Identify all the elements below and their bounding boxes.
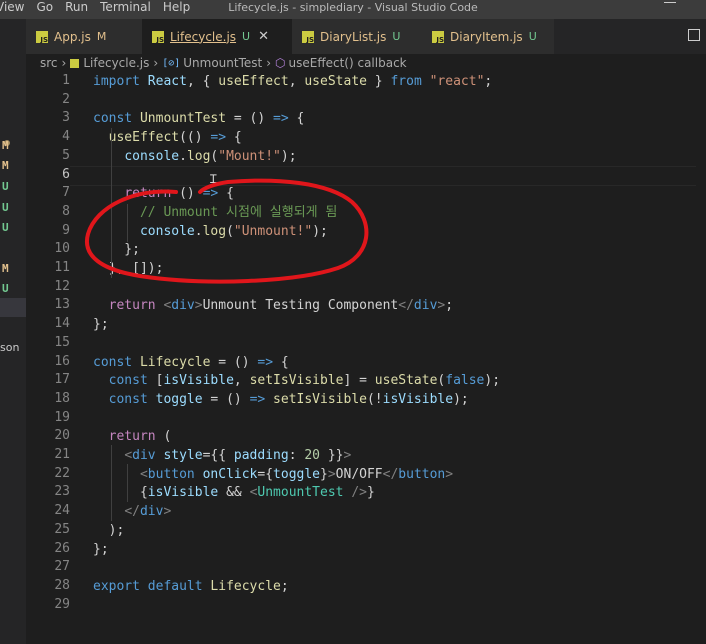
chevron-right-icon: › <box>153 56 159 70</box>
line-number: 15 <box>54 334 70 350</box>
chevron-right-icon: › <box>266 56 272 70</box>
breadcrumb: src › Lifecycle.js › [⊘] UnmountTest › ⬡… <box>26 54 706 72</box>
line-number: 27 <box>54 559 70 575</box>
line-number: 21 <box>54 447 70 462</box>
tab-diarylist-js[interactable]: DiaryList.js U <box>292 19 422 54</box>
code-line[interactable]: <div style={{ padding: 20 }}> <box>93 447 351 465</box>
indent-guide <box>127 464 128 502</box>
code-line[interactable]: {isVisible && <UnmountTest />} <box>93 484 375 502</box>
code-line[interactable]: useEffect(() => { <box>93 129 242 147</box>
chevron-right-icon: › <box>61 56 67 70</box>
line-number: 20 <box>54 428 70 444</box>
git-status-badge: U <box>528 30 537 43</box>
line-number: 3 <box>62 110 70 126</box>
code-line[interactable]: export default Lifecycle; <box>93 578 289 596</box>
code-line[interactable]: const toggle = () => setIsVisible(!isVis… <box>93 391 469 409</box>
line-number: 25 <box>54 521 70 537</box>
split-editor-icon[interactable] <box>688 29 700 41</box>
truncated-filename[interactable]: son <box>0 341 19 354</box>
line-number: 11 <box>54 260 70 275</box>
breadcrumb-symbol[interactable]: UnmountTest <box>183 56 262 70</box>
close-icon[interactable]: ✕ <box>258 29 269 44</box>
javascript-file-icon <box>302 30 314 44</box>
line-number: 5 <box>62 147 70 163</box>
title-bar: View Go Run Terminal Help Lifecycle.js -… <box>0 0 706 19</box>
git-status-badge: U <box>242 30 251 43</box>
line-number: 12 <box>54 278 70 294</box>
line-number: 18 <box>54 390 70 406</box>
line-number: 29 <box>54 596 70 612</box>
code-line[interactable]: }; <box>93 316 109 334</box>
breadcrumb-callback[interactable]: useEffect() callback <box>289 56 407 70</box>
line-number: 10 <box>54 241 70 257</box>
line-number: 2 <box>62 91 70 107</box>
code-line[interactable]: </div> <box>93 503 171 521</box>
annotation-stroke <box>84 178 369 284</box>
tab-label: App.js <box>54 29 91 44</box>
javascript-file-icon <box>70 58 80 68</box>
line-number: 1 <box>62 73 70 88</box>
git-badge: M <box>2 262 9 275</box>
code-line[interactable]: <button onClick={toggle}>ON/OFF</button> <box>93 466 453 484</box>
breadcrumb-file[interactable]: Lifecycle.js <box>83 56 149 70</box>
indent-guide <box>111 445 112 521</box>
tab-lifecycle-js[interactable]: Lifecycle.js U ✕ <box>142 19 292 54</box>
code-line[interactable]: return ( <box>93 428 172 446</box>
code-editor[interactable]: 1 2 3 4 5 6 7 8 9 10 11 12 13 14 15 16 17 18 19 20 21 22 23 24 2… <box>26 72 706 644</box>
code-line[interactable]: const Lifecycle = () => { <box>93 354 289 372</box>
line-number: 23 <box>54 484 70 500</box>
code-line[interactable]: }; <box>93 541 109 559</box>
code-line[interactable]: return <div>Unmount Testing Component</d… <box>93 297 453 315</box>
code-line[interactable]: const UnmountTest = () => { <box>93 110 304 128</box>
git-badge: U <box>2 221 9 234</box>
code-line[interactable]: ); <box>93 522 125 540</box>
code-line[interactable]: const [isVisible, setIsVisible] = useSta… <box>93 372 500 390</box>
line-number: 9 <box>62 222 70 238</box>
tab-bar: App.js M Lifecycle.js U ✕ DiaryList.js U… <box>26 19 706 54</box>
git-badge: U <box>2 201 9 214</box>
git-badge: M <box>2 159 9 172</box>
tab-label: DiaryList.js <box>320 29 387 44</box>
line-number: 13 <box>54 297 70 313</box>
explorer-edge: M M U U U M U son <box>0 19 26 644</box>
code-line[interactable]: import React, { useEffect, useState } fr… <box>93 73 492 91</box>
line-number: 7 <box>62 185 70 201</box>
git-badge: M <box>2 139 9 152</box>
method-symbol-icon: ⬡ <box>275 56 286 70</box>
line-number: 24 <box>54 503 70 519</box>
red-ellipse-annotation <box>84 178 369 284</box>
line-number: 22 <box>54 465 70 481</box>
minimize-icon[interactable] <box>664 2 676 3</box>
line-number: 6 <box>62 166 70 182</box>
javascript-file-icon <box>432 30 444 44</box>
line-number: 17 <box>54 372 70 388</box>
line-number: 8 <box>62 203 70 219</box>
breadcrumb-folder[interactable]: src <box>40 56 58 70</box>
code-line[interactable]: console.log("Mount!"); <box>93 148 296 166</box>
tab-label: DiaryItem.js <box>450 29 523 44</box>
window-title: Lifecycle.js - simplediary - Visual Stud… <box>228 1 478 14</box>
line-number: 16 <box>54 353 70 369</box>
line-number: 28 <box>54 577 70 593</box>
git-badge: U <box>2 282 9 295</box>
tab-label: Lifecycle.js <box>170 29 237 44</box>
selected-row[interactable] <box>0 298 26 317</box>
tab-diaryitem-js[interactable]: DiaryItem.js U <box>422 19 554 54</box>
git-badge: U <box>2 180 9 193</box>
javascript-file-icon <box>36 30 48 44</box>
line-number: 14 <box>54 316 70 332</box>
javascript-file-icon <box>152 30 164 44</box>
line-number: 26 <box>54 540 70 556</box>
tab-app-js[interactable]: App.js M <box>26 19 142 54</box>
line-number: 4 <box>62 129 70 145</box>
git-status-badge: U <box>392 30 401 43</box>
variable-symbol-icon: [⊘] <box>162 57 181 69</box>
line-number: 19 <box>54 409 70 425</box>
git-status-badge: M <box>96 30 107 43</box>
